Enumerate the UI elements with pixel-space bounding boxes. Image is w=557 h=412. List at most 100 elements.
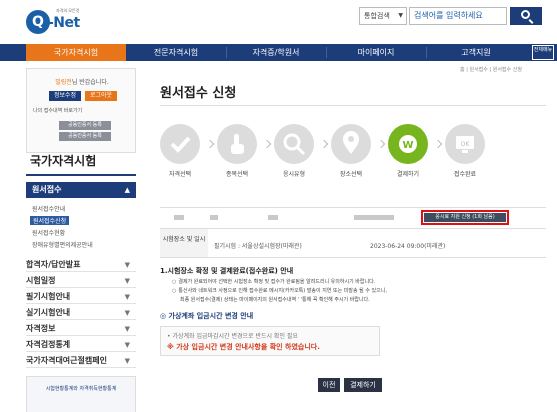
bullet-icon: ○ xyxy=(172,279,177,285)
chevron-right-icon xyxy=(376,139,386,149)
pay-button[interactable]: 결제하기 xyxy=(344,378,382,392)
all-menu-button[interactable]: 전체메뉴 xyxy=(532,45,554,60)
payment-icon: W xyxy=(388,124,428,164)
chevron-right-icon xyxy=(205,139,215,149)
user-name: 빌링전 xyxy=(55,79,72,86)
step-location: 장소선택 xyxy=(331,124,386,184)
step-complete: OK 접수완료 xyxy=(445,124,485,184)
target-icon: ◎ xyxy=(160,312,167,320)
step-label: 종목선택 xyxy=(225,171,249,178)
chevron-right-icon xyxy=(262,139,272,149)
sidebar-item-label: 국가자격대여근절캠페인 xyxy=(26,356,107,365)
notice-line: ○ 결제가 완료되어야 선택한 시험장소 확정 및 접수가 완료됨을 알려드리니 … xyxy=(172,278,375,285)
sidebar-item-label: 원서접수 xyxy=(32,185,62,194)
exam-location-row: 시험장소 및 일시 필기시험 : 서울상설시험장(미래관) 2023-06-24… xyxy=(160,228,546,258)
step-label: 응시유형 xyxy=(282,171,306,178)
sidebar-item-label: 자격검정통계 xyxy=(26,340,71,349)
sidebar-sub-application-request[interactable]: 원서접수신청 xyxy=(30,216,70,225)
logo-q-mark: Q xyxy=(26,10,50,34)
sidebar-title: 국가자격시험 xyxy=(30,154,97,168)
nav-customer-support[interactable]: 고객지원 xyxy=(426,44,526,61)
statistics-banner[interactable]: 시험현황통계와 자격취득현황통계 xyxy=(26,376,136,412)
sidebar-sub-application-guide[interactable]: 원서접수안내 xyxy=(32,204,65,213)
nav-professional-exam[interactable]: 전문자격시험 xyxy=(126,44,226,61)
logo-tagline: 자격의 모든것 xyxy=(56,8,80,13)
chevron-down-icon: ▼ xyxy=(124,325,130,333)
applicant-info-row: 응시료 지원 신청 (1회 남음) xyxy=(160,207,546,227)
sidebar-item-results[interactable]: 합격자/답안발표 ▼ xyxy=(26,258,136,272)
sidebar-sub-accessibility-guide[interactable]: 장애유형별편의제공안내 xyxy=(32,240,93,249)
search-icon xyxy=(521,10,530,19)
sidebar-item-label: 필기시험안내 xyxy=(26,292,71,301)
main-navigation: 국가자격시험 전문자격시험 자격증/학원서 마이페이지 고객지원 전체메뉴 xyxy=(0,44,557,61)
redacted-text xyxy=(354,215,394,220)
nav-national-exam[interactable]: 국가자격시험 xyxy=(26,44,126,61)
page-title: 원서접수 신청 xyxy=(160,86,237,101)
sidebar-item-written-exam[interactable]: 필기시험안내 ▼ xyxy=(26,290,136,304)
prev-button[interactable]: 이전 xyxy=(318,378,340,392)
bullet-icon: ○ xyxy=(172,288,177,294)
virtual-account-notice: • 가상계좌 입금마감시간 변경으로 반드시 확인 필요 ※ 가상 입금시간 변… xyxy=(160,326,380,356)
location-pin-icon xyxy=(331,124,371,164)
exam-location-value: 필기시험 : 서울상설시험장(미래관) xyxy=(214,243,302,250)
sidebar-item-campaign[interactable]: 국가자격대여근절캠페인 ▼ xyxy=(26,354,136,368)
sidebar-item-qualification-info[interactable]: 자격정보 ▼ xyxy=(26,322,136,336)
step-label: 결제하기 xyxy=(396,171,420,178)
search-category-value: 통합검색 xyxy=(364,12,390,20)
redacted-text xyxy=(210,215,218,220)
notice-title: 1.시험장소 확정 및 결제완료(접수완료) 안내 xyxy=(160,267,294,275)
sidebar-item-application[interactable]: 원서접수 ▲ xyxy=(26,182,136,198)
chevron-down-icon: ▼ xyxy=(124,261,130,269)
step-subject: 종목선택 xyxy=(217,124,272,184)
logout-button[interactable]: 로그아웃 xyxy=(85,91,117,101)
fee-support-apply-button[interactable]: 응시료 지원 신청 (1회 남음) xyxy=(421,210,509,225)
step-exam-type: 응시유형 xyxy=(274,124,329,184)
search-category-select[interactable]: 통합검색 ▼ xyxy=(359,7,407,25)
fee-support-apply-label: 응시료 지원 신청 (1회 남음) xyxy=(424,213,506,222)
step-label: 자격선택 xyxy=(168,171,192,178)
hand-pointer-icon xyxy=(217,124,257,164)
chevron-down-icon: ▼ xyxy=(398,12,403,19)
title-divider xyxy=(160,105,546,106)
step-payment: W 결제하기 xyxy=(388,124,443,184)
left-sidebar: 빌링전님 반갑습니다. 정보수정 로그아웃 나의 접수내역 바로가기 공동인증서… xyxy=(26,62,136,412)
sidebar-item-label: 자격정보 xyxy=(26,324,56,333)
notice-box-text: 가상계좌 입금마감시간 변경으로 반드시 확인 필요 xyxy=(172,333,298,340)
notice-text: 통신사와 네트워크 사정으로 인해 접수완료 메시지(카카오톡) 발송이 지연 … xyxy=(178,288,387,294)
cert-login-button[interactable]: 공동인증서 등록 xyxy=(59,132,111,141)
banner-text: 시험현황통계와 자격취득현황통계 xyxy=(45,386,117,392)
exam-date-value: 2023-06-24 09:00(미래관) xyxy=(370,243,446,250)
edit-info-button[interactable]: 정보수정 xyxy=(49,91,81,101)
step-label: 접수완료 xyxy=(453,171,477,178)
notice-box-confirm[interactable]: ※ 가상 입금시간 변경 안내사항을 확인 하였습니다. xyxy=(167,342,320,352)
login-panel: 빌링전님 반갑습니다. 정보수정 로그아웃 나의 접수내역 바로가기 공동인증서… xyxy=(26,68,136,153)
sidebar-sub-application-status[interactable]: 원서접수현황 xyxy=(32,228,65,237)
chevron-right-icon xyxy=(433,139,443,149)
site-header: 자격의 모든것 Q -Net 통합검색 ▼ 검색어를 입력하세요 xyxy=(0,0,557,44)
step-qualification: 자격선택 xyxy=(160,124,215,184)
cert-register-button[interactable]: 공동인증서 등록 xyxy=(59,121,111,130)
sidebar-item-label: 시험일정 xyxy=(26,276,56,285)
section-title-text: 가상계좌 입금시간 변경 안내 xyxy=(168,312,254,320)
search-input[interactable]: 검색어를 입력하세요 xyxy=(409,7,507,25)
sidebar-item-statistics[interactable]: 자격검정통계 ▼ xyxy=(26,338,136,352)
svg-text:W: W xyxy=(402,140,413,151)
notice-box-line1: • 가상계좌 입금마감시간 변경으로 반드시 확인 필요 xyxy=(167,333,298,340)
qnet-logo[interactable]: 자격의 모든것 Q -Net xyxy=(26,6,82,38)
chevron-right-icon xyxy=(319,139,329,149)
sidebar-item-practical-exam[interactable]: 실기시험안내 ▼ xyxy=(26,306,136,320)
notice-text: 결제가 완료되어야 선택한 시험장소 확정 및 접수가 완료됨을 알려드리니 유… xyxy=(178,279,376,285)
sidebar-item-schedule[interactable]: 시험일정 ▼ xyxy=(26,274,136,288)
nav-certificate[interactable]: 자격증/학원서 xyxy=(226,44,326,61)
check-icon xyxy=(160,124,200,164)
search-button[interactable] xyxy=(510,7,542,25)
notice-line: 최종 원서접수(결제) 상태는 마이페이지의 원서접수내역 ' '통해 꼭 확인… xyxy=(180,297,370,303)
chevron-down-icon: ▼ xyxy=(124,341,130,349)
step-label: 장소선택 xyxy=(339,171,363,178)
welcome-text: 빌링전님 반갑습니다. xyxy=(27,77,137,86)
progress-steps: 자격선택 종목선택 응시유형 장소선택 W 결제하기 OK 접수완료 xyxy=(160,124,490,184)
nav-mypage[interactable]: 마이페이지 xyxy=(326,44,426,61)
my-application-link[interactable]: 나의 접수내역 바로가기 xyxy=(33,107,82,114)
chevron-down-icon: ▼ xyxy=(124,277,130,285)
chevron-down-icon: ▼ xyxy=(124,293,130,301)
